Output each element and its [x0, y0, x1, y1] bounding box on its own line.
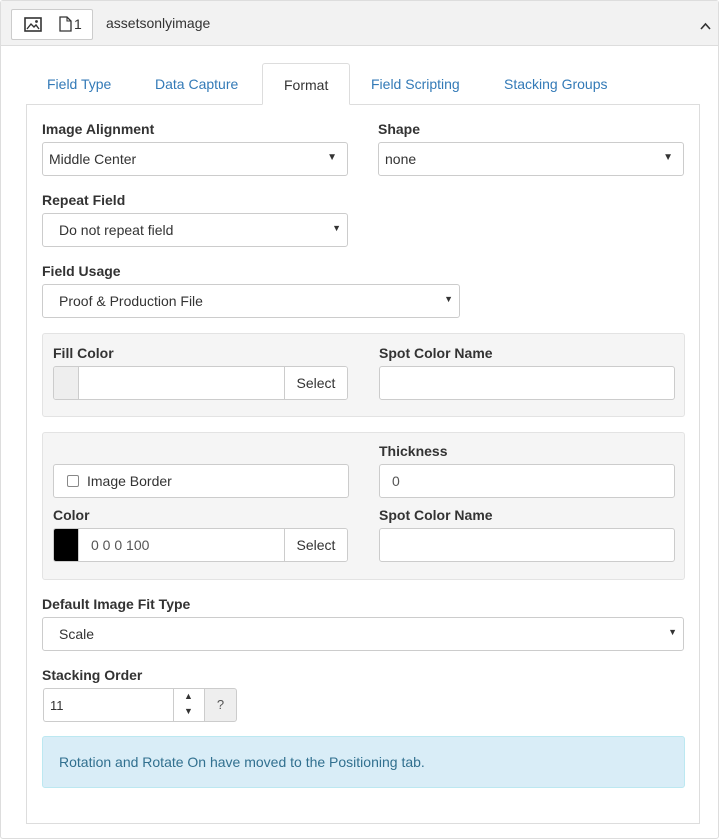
repeat-field-select[interactable]: Do not repeat field ▼	[42, 213, 348, 247]
image-border-checkbox-field[interactable]: Image Border	[53, 464, 349, 498]
fill-spot-color-input[interactable]	[379, 366, 675, 400]
stacking-order-label: Stacking Order	[42, 667, 143, 683]
tab-format[interactable]: Format	[262, 63, 351, 105]
stacking-order-help-button[interactable]: ?	[204, 688, 237, 722]
tab-stacking-groups[interactable]: Stacking Groups	[483, 63, 629, 105]
border-color-select-button[interactable]: Select	[284, 529, 347, 561]
image-border-checkbox[interactable]	[67, 475, 79, 487]
fill-color-well: Fill Color Select Spot Color Name	[42, 333, 685, 417]
page-count: 1	[74, 16, 82, 32]
fill-color-field[interactable]: Select	[53, 366, 348, 400]
thickness-label: Thickness	[379, 443, 448, 459]
border-spot-color-label: Spot Color Name	[379, 507, 493, 523]
field-name: assetsonlyimage	[106, 15, 211, 31]
shape-label: Shape	[378, 121, 421, 137]
stacking-order-stepper[interactable]: ▲ ▼	[173, 688, 205, 722]
tab-field-scripting[interactable]: Field Scripting	[350, 63, 481, 105]
format-tabs: Field Type Data Capture Format Field Scr…	[26, 63, 700, 105]
border-spot-color-input[interactable]	[379, 528, 675, 562]
panel-header[interactable]: 1 assetsonlyimage	[1, 1, 718, 46]
border-color-field[interactable]: 0 0 0 100 Select	[53, 528, 348, 562]
thickness-input[interactable]: 0	[379, 464, 675, 498]
default-fit-label: Default Image Fit Type	[42, 596, 191, 612]
chevron-up-icon[interactable]	[700, 17, 711, 33]
image-icon	[24, 17, 42, 35]
fill-color-label: Fill Color	[53, 345, 114, 361]
positioning-notice: Rotation and Rotate On have moved to the…	[42, 736, 685, 788]
field-usage-label: Field Usage	[42, 263, 121, 279]
image-alignment-label: Image Alignment	[42, 121, 155, 137]
image-alignment-select[interactable]: Middle Center ▼	[42, 142, 348, 176]
default-fit-select[interactable]: Scale ▼	[42, 617, 684, 651]
caret-down-icon: ▼	[444, 294, 453, 304]
field-panel: 1 assetsonlyimage Field Type Data Captur…	[0, 0, 719, 839]
caret-down-icon: ▼	[332, 223, 341, 233]
field-usage-select[interactable]: Proof & Production File ▼	[42, 284, 460, 318]
arrow-up-icon[interactable]: ▲	[184, 691, 193, 701]
caret-down-icon: ▼	[668, 627, 677, 637]
fill-color-select-button[interactable]: Select	[284, 367, 347, 399]
border-color-label: Color	[53, 507, 90, 523]
field-type-indicator[interactable]: 1	[11, 9, 93, 40]
format-tab-content: Image Alignment Middle Center ▼ Shape no…	[26, 104, 700, 824]
caret-down-icon: ▼	[663, 152, 673, 163]
file-icon	[59, 16, 72, 35]
fill-spot-color-label: Spot Color Name	[379, 345, 493, 361]
shape-select[interactable]: none ▼	[378, 142, 684, 176]
tab-data-capture[interactable]: Data Capture	[134, 63, 259, 105]
repeat-field-label: Repeat Field	[42, 192, 126, 208]
tab-field-type[interactable]: Field Type	[26, 63, 132, 105]
border-color-swatch[interactable]	[54, 529, 79, 561]
caret-down-icon: ▼	[327, 152, 337, 163]
arrow-down-icon[interactable]: ▼	[184, 706, 193, 716]
fill-color-swatch[interactable]	[54, 367, 79, 399]
image-border-well: Image Border Thickness 0 Color 0 0 0 100…	[42, 432, 685, 580]
